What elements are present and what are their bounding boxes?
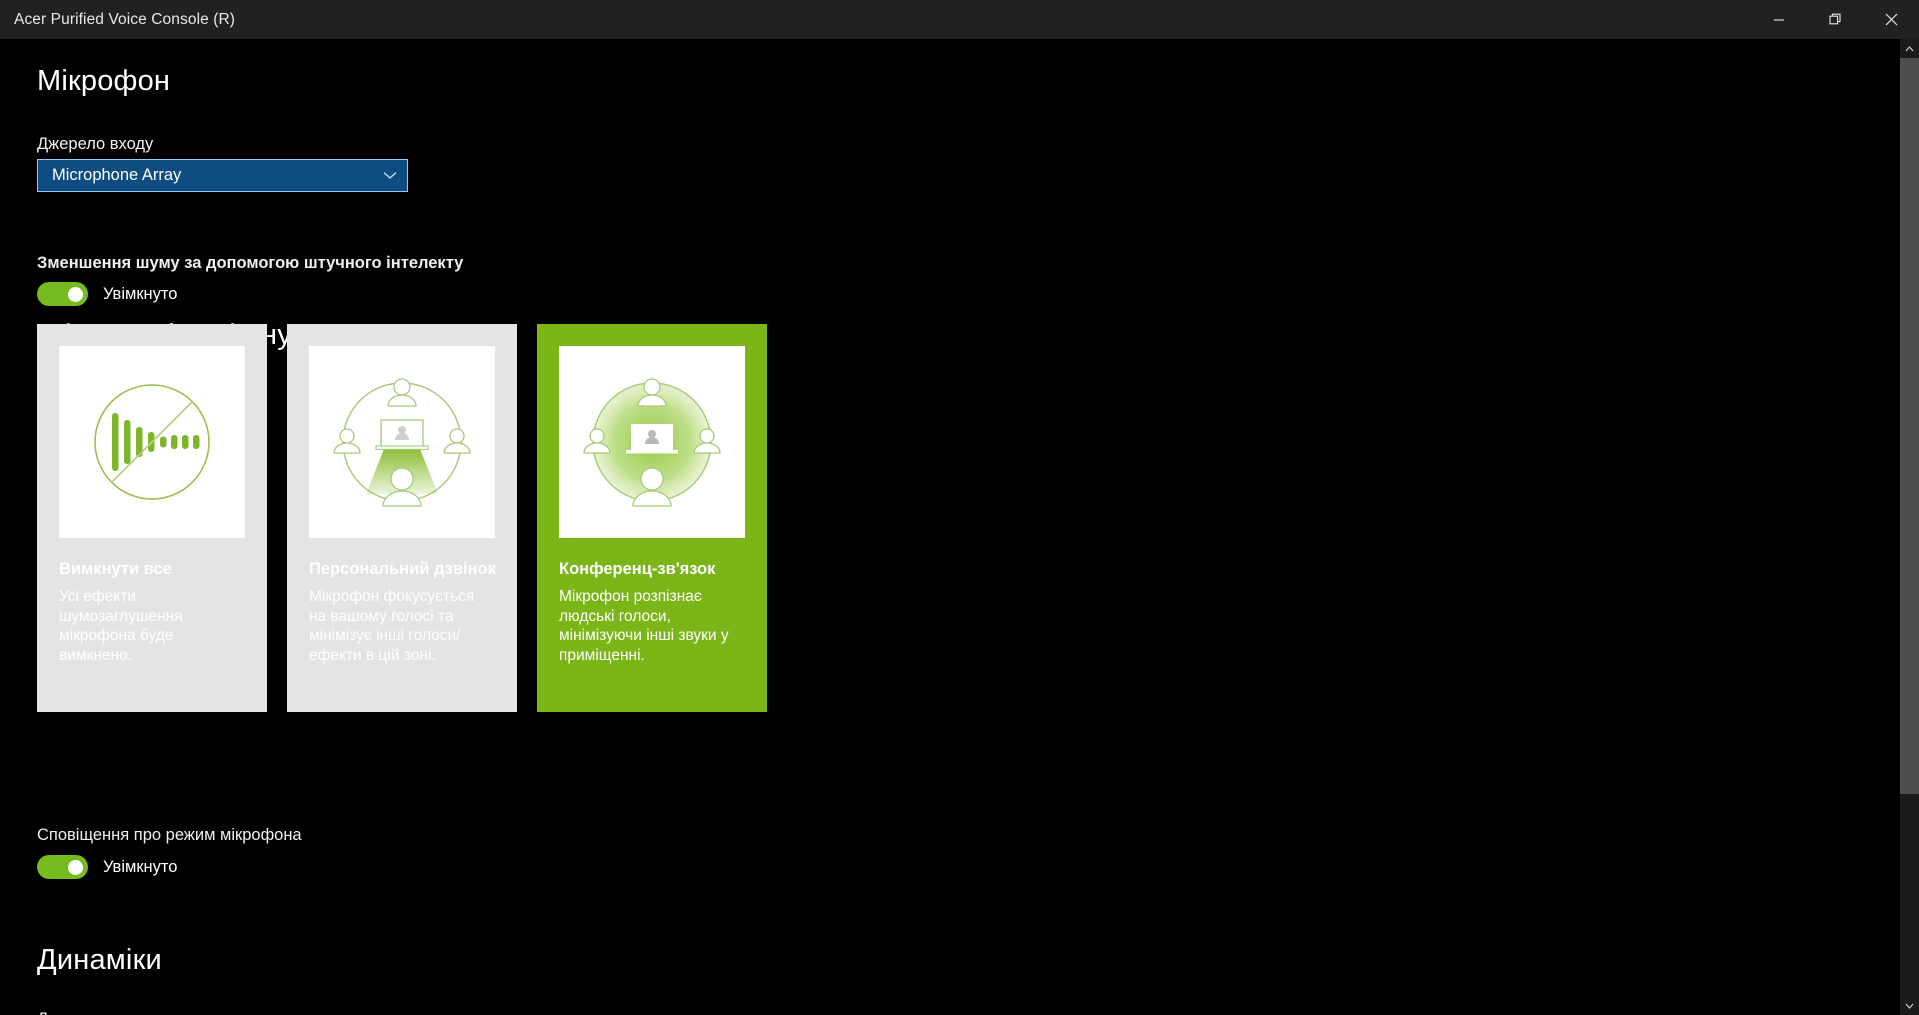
restore-button[interactable] [1807,0,1863,39]
effect-card-turn-off-all[interactable]: Вимкнути все Усі ефекти шумозаглушення м… [37,324,267,712]
effect-card-icon [59,346,245,538]
minimize-button[interactable] [1751,0,1807,39]
chevron-down-icon [383,172,397,179]
minimize-icon [1774,18,1784,21]
effect-card-personal-call[interactable]: Персональний дзвінок Мікрофон фокусуєтьс… [287,324,517,712]
effect-card-icon [559,346,745,538]
restore-icon [1828,13,1841,25]
effect-card-description: Мікрофон фокусується на вашому голосі та… [309,588,475,664]
effect-card-conference-call[interactable]: Конференц-зв'язок Мікрофон розпізнає люд… [537,324,767,712]
effect-cards: Вимкнути все Усі ефекти шумозаглушення м… [37,324,767,712]
toggle-knob [68,859,83,875]
mode-notification-toggle[interactable] [37,855,88,879]
chevron-up-icon [1905,45,1914,51]
close-icon [1885,13,1897,26]
mode-notification-toggle-state: Увімкнуто [103,857,178,876]
effect-card-title: Персональний дзвінок [309,560,496,578]
noise-reduction-toggle-row: Увімкнуто [37,282,177,306]
speakers-heading: Динаміки [37,944,162,976]
personal-call-beam-icon [333,378,471,507]
noise-reduction-toggle-state: Увімкнуто [103,284,178,303]
effect-card-description: Мікрофон розпізнає людські голоси, мінім… [559,588,729,664]
window-controls [1751,0,1919,39]
microphone-heading: Мікрофон [37,65,171,97]
noise-reduction-toggle[interactable] [37,282,88,306]
effect-card-icon [309,346,495,538]
scrollbar-track[interactable] [1900,58,1919,996]
title-bar: Acer Purified Voice Console (R) [0,0,1919,39]
effect-card-title: Вимкнути все [59,560,172,578]
scroll-up-button[interactable] [1900,39,1919,58]
no-noise-suppression-icon [94,384,210,500]
scroll-down-button[interactable] [1900,996,1919,1015]
input-source-select[interactable]: Microphone Array [37,159,408,192]
effect-card-title: Конференц-зв'язок [559,560,716,578]
toggle-knob [68,286,83,302]
scrollbar-thumb[interactable] [1900,58,1919,794]
output-source-label: Джерело виходу [37,1010,163,1015]
window-title: Acer Purified Voice Console (R) [14,10,236,28]
conference-call-icon [583,378,721,507]
effect-card-description: Усі ефекти шумозаглушення мікрофона буде… [59,588,183,664]
close-button[interactable] [1863,0,1919,39]
settings-page: Мікрофон Джерело входу Microphone Array … [0,39,1900,1015]
noise-reduction-label: Зменшення шуму за допомогою штучного інт… [37,254,464,272]
vertical-scrollbar[interactable] [1900,39,1919,1015]
mode-notification-label: Сповіщення про режим мікрофона [37,826,302,844]
mode-notification-toggle-row: Увімкнуто [37,855,177,879]
chevron-down-icon [1905,1003,1914,1009]
input-source-label: Джерело входу [37,135,154,153]
input-source-value: Microphone Array [52,166,182,184]
